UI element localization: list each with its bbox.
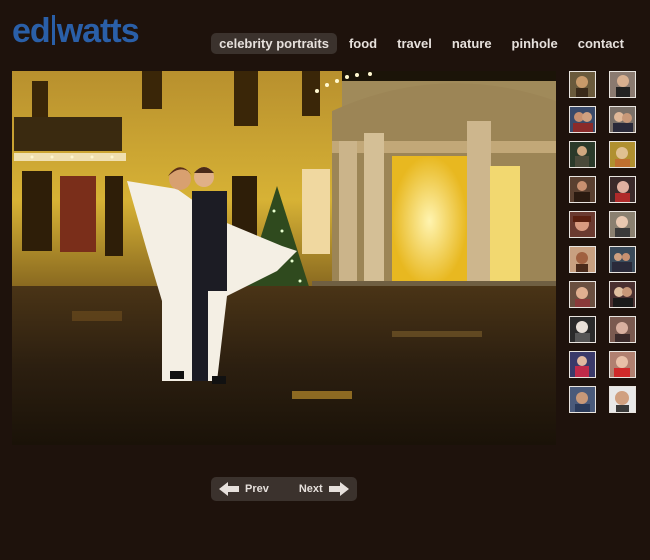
next-label: Next (298, 483, 323, 495)
thumbnail-6[interactable] (609, 141, 636, 168)
next-button[interactable]: Next (299, 477, 349, 501)
thumbnail-7[interactable] (569, 176, 596, 203)
thumbnail-10[interactable] (609, 211, 636, 238)
thumbnail-18[interactable] (609, 351, 636, 378)
thumbnail-grid (569, 71, 636, 413)
photo-pager: Prev Next (211, 477, 357, 501)
thumbnail-14[interactable] (609, 281, 636, 308)
thumbnail-4[interactable] (609, 106, 636, 133)
logo-divider (51, 15, 55, 45)
nav-contact[interactable]: contact (570, 33, 632, 54)
logo-text-watts: watts (56, 12, 140, 50)
thumbnail-19[interactable] (569, 386, 596, 413)
thumbnail-12[interactable] (609, 246, 636, 273)
main-photo (12, 71, 556, 445)
thumbnail-2[interactable] (609, 71, 636, 98)
nav-travel[interactable]: travel (389, 33, 440, 54)
prev-button[interactable]: Prev (219, 477, 269, 501)
thumbnail-15[interactable] (569, 316, 596, 343)
thumbnail-1[interactable] (569, 71, 596, 98)
thumbnail-3[interactable] (569, 106, 596, 133)
nav-celebrity-portraits[interactable]: celebrity portraits (211, 33, 337, 54)
thumbnail-17[interactable] (569, 351, 596, 378)
thumbnail-11[interactable] (569, 246, 596, 273)
thumbnail-13[interactable] (569, 281, 596, 308)
thumbnail-9[interactable] (569, 211, 596, 238)
thumbnail-5[interactable] (569, 141, 596, 168)
logo-text-ed: ed (12, 12, 51, 50)
main-nav: celebrity portraits food travel nature p… (211, 33, 632, 54)
wedding-couple-photo (12, 71, 556, 445)
arrow-left-icon (219, 482, 239, 496)
thumbnail-20[interactable] (609, 386, 636, 413)
nav-food[interactable]: food (341, 33, 385, 54)
nav-nature[interactable]: nature (444, 33, 500, 54)
prev-label: Prev (245, 483, 269, 495)
nav-pinhole[interactable]: pinhole (504, 33, 566, 54)
thumbnail-8[interactable] (609, 176, 636, 203)
thumbnail-16[interactable] (609, 316, 636, 343)
site-logo[interactable]: ed watts (12, 12, 140, 50)
arrow-right-icon (328, 482, 349, 496)
